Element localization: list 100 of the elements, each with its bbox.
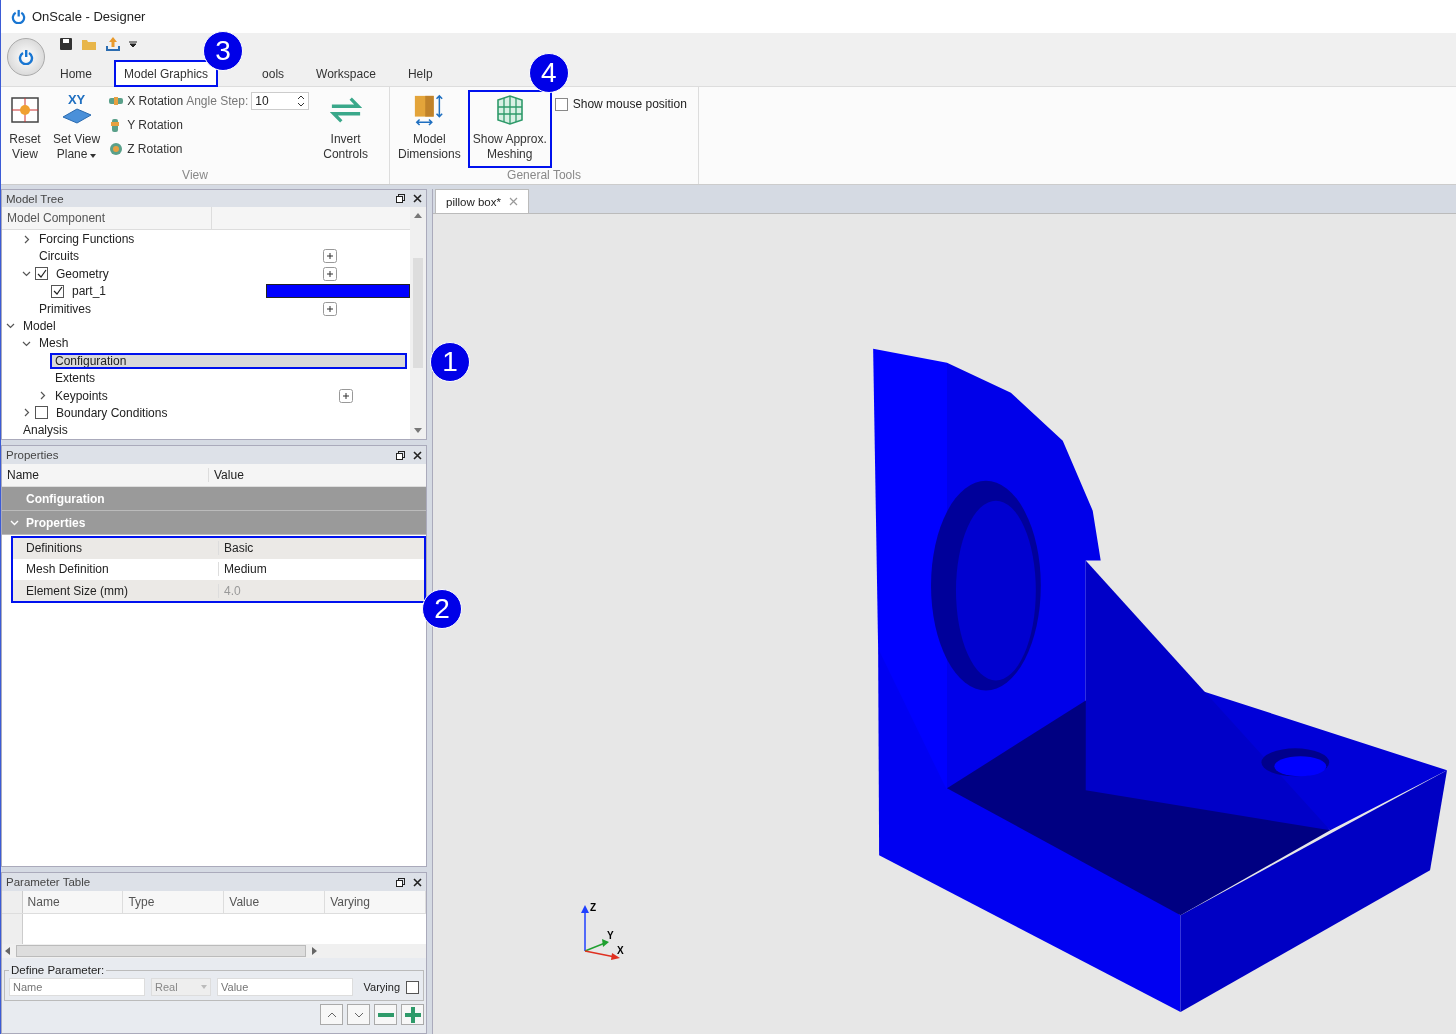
restore-icon[interactable] (396, 450, 405, 460)
angle-step-label: Angle Step: (186, 94, 249, 108)
remove-button[interactable] (374, 1004, 397, 1025)
property-value[interactable]: Medium (219, 562, 267, 577)
chevron-right-icon[interactable] (22, 408, 31, 418)
power-icon (11, 9, 26, 24)
ribbon-tab[interactable]: ools (253, 61, 294, 86)
add-button[interactable] (401, 1004, 424, 1025)
caret-icon (90, 154, 97, 158)
plus-icon (404, 1006, 421, 1023)
plane-icon (60, 106, 93, 126)
close-icon[interactable] (413, 877, 422, 887)
ribbon-group-label: General Tools (506, 168, 582, 184)
chevron-right-icon[interactable] (38, 391, 47, 400)
ribbon-button[interactable]: Model Dimensions (394, 91, 465, 167)
ribbon-button[interactable]: Reset View (5, 91, 45, 167)
ribbon-group-label: View (181, 168, 209, 184)
rotation-button[interactable]: X Rotation (108, 94, 184, 108)
ribbon-button[interactable]: Invert Controls (319, 91, 372, 167)
column-header: Type (123, 891, 225, 913)
minus-icon (377, 1012, 394, 1017)
dropdown-caret-icon[interactable] (129, 40, 137, 48)
add-button[interactable] (339, 388, 353, 403)
column-header: Value (213, 468, 244, 482)
power-icon (18, 49, 34, 65)
chevron-down-icon (9, 518, 19, 527)
application-button[interactable] (7, 38, 45, 76)
ribbon-button[interactable]: XY Set View Plane (49, 91, 105, 167)
upload-icon[interactable] (105, 36, 121, 52)
scroll-up-arrow-icon[interactable] (414, 213, 422, 219)
varying-checkbox[interactable] (406, 980, 419, 994)
tree-item[interactable]: Extents (51, 371, 100, 386)
tree-item[interactable]: Primitives (35, 301, 95, 316)
chevron-right-icon[interactable] (22, 234, 31, 244)
close-icon[interactable] (413, 450, 422, 460)
x-rotation-icon (108, 95, 125, 107)
property-name: Definitions (12, 540, 219, 555)
plane-heading: XY (67, 94, 86, 106)
chevron-down-icon[interactable] (22, 269, 31, 279)
rotation-button[interactable]: Y Rotation (108, 118, 183, 132)
ribbon-tab[interactable]: Home (51, 61, 101, 86)
varying-label: Varying (363, 981, 400, 993)
chevron-down-icon (353, 1011, 364, 1018)
tree-item[interactable]: Forcing Functions (35, 232, 139, 246)
window-title: OnScale - Designer (32, 9, 146, 24)
panel-title: Parameter Table (6, 876, 91, 888)
view-cube-icon (9, 94, 41, 126)
column-header: Name (22, 891, 124, 913)
tree-item[interactable]: Geometry (52, 266, 113, 281)
scrollbar[interactable] (2, 944, 426, 958)
z-rotation-icon (108, 142, 125, 156)
column-header: Varying (325, 891, 426, 913)
column-header: Model Component (2, 207, 212, 230)
angle-step-spinner[interactable]: 10 (251, 92, 310, 110)
chevron-up-icon (326, 1011, 337, 1018)
show-mouse-position-checkbox[interactable]: Show mouse position (554, 97, 687, 111)
save-icon[interactable] (59, 37, 73, 51)
tree-checkbox[interactable] (35, 406, 48, 420)
ribbon-button[interactable]: Show Approx. Meshing (468, 91, 551, 167)
close-icon[interactable] (413, 194, 422, 204)
name-field[interactable]: Name (9, 978, 145, 996)
ribbon-tab[interactable]: Model Graphics (115, 61, 218, 86)
property-name: Element Size (mm) (12, 583, 219, 598)
tree-item[interactable]: Boundary Conditions (52, 405, 172, 420)
tree-item[interactable]: Model (19, 318, 60, 333)
column-header: Name (2, 468, 209, 482)
tree-item[interactable]: Configuration (51, 353, 406, 368)
scroll-down-arrow-icon[interactable] (414, 428, 422, 433)
property-value[interactable]: Basic (219, 540, 254, 555)
restore-icon[interactable] (396, 877, 405, 887)
value-field[interactable]: Value (217, 978, 353, 996)
panel-title: Properties (6, 449, 59, 461)
tree-checkbox[interactable] (51, 284, 64, 298)
tree-item[interactable]: Keypoints (51, 388, 112, 403)
caret-icon (201, 985, 207, 989)
ribbon-tab[interactable]: Help (398, 61, 442, 86)
restore-icon[interactable] (396, 194, 405, 204)
panel-title: Model Tree (6, 192, 64, 205)
chevron-down-icon[interactable] (6, 321, 15, 331)
property-name: Mesh Definition (12, 562, 219, 577)
callout-number-badge: 3 (203, 31, 244, 71)
scroll-left-arrow-icon[interactable] (5, 947, 10, 955)
tree-item[interactable]: Analysis (19, 423, 72, 438)
tree-item[interactable]: part_1 (68, 284, 111, 299)
scrollbar[interactable] (410, 207, 426, 439)
add-button[interactable] (323, 249, 337, 264)
document-tab[interactable]: pillow box* (435, 189, 529, 213)
add-button[interactable] (323, 301, 337, 316)
column-header: Value (224, 891, 326, 913)
color-swatch[interactable] (266, 284, 410, 299)
tree-checkbox[interactable] (35, 267, 48, 281)
fieldset-legend: Define Parameter: (9, 964, 107, 976)
spinner-arrows-icon (297, 94, 306, 108)
rotation-button[interactable]: Z Rotation (108, 142, 183, 156)
add-button[interactable] (323, 266, 337, 281)
scroll-right-arrow-icon[interactable] (312, 947, 317, 955)
axis-triad-drawing: Z Y X (580, 899, 630, 963)
tree-item[interactable]: Mesh (35, 336, 73, 351)
ribbon-tab[interactable]: Workspace (307, 61, 385, 86)
tree-item[interactable]: Circuits (35, 249, 83, 264)
